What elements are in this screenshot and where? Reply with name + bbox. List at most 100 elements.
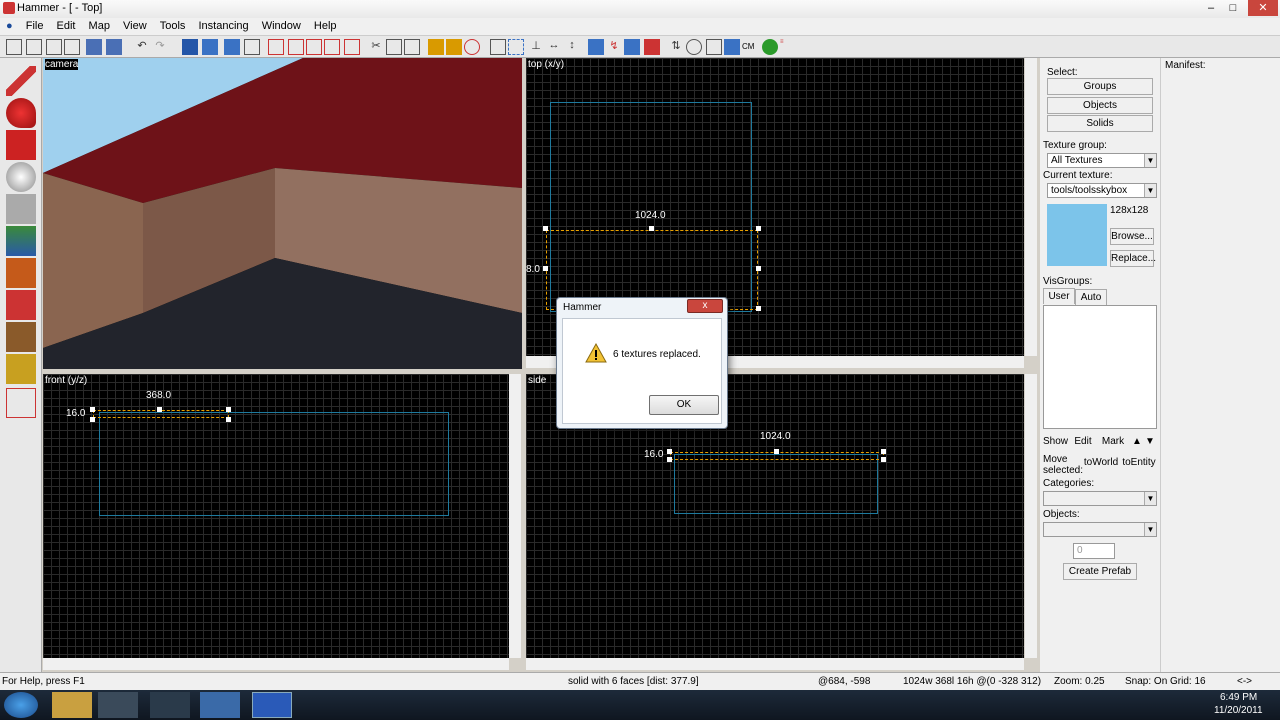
rotate-icon[interactable]	[686, 39, 702, 55]
handle[interactable]	[881, 449, 886, 454]
cut-icon[interactable]: ✂	[368, 39, 384, 55]
camera-tool-icon[interactable]	[6, 130, 36, 160]
menu-view[interactable]: View	[118, 18, 152, 34]
vis-2-icon[interactable]	[288, 39, 304, 55]
paste2-icon[interactable]	[404, 39, 420, 55]
check-problems-icon[interactable]	[644, 39, 660, 55]
close-button[interactable]: ✕	[1248, 0, 1278, 16]
create-prefab-button[interactable]: Create Prefab	[1063, 563, 1137, 580]
to-world-button[interactable]: toWorld	[1083, 455, 1119, 470]
redo-icon[interactable]: ↷	[152, 39, 168, 55]
edit-button[interactable]: Edit	[1071, 434, 1095, 449]
vis-4-icon[interactable]	[324, 39, 340, 55]
select-box-icon[interactable]	[490, 39, 506, 55]
handle[interactable]	[756, 266, 761, 271]
paste-icon[interactable]	[106, 39, 122, 55]
tab-auto[interactable]: Auto	[1075, 289, 1107, 306]
dialog-close-button[interactable]: x	[687, 299, 723, 313]
arrow-down-icon[interactable]: ▼	[1144, 434, 1156, 449]
grid-smaller-icon[interactable]	[26, 39, 42, 55]
tab-user[interactable]: User	[1043, 288, 1075, 304]
handles-icon[interactable]	[508, 39, 524, 55]
compile-icon[interactable]	[762, 39, 778, 55]
app-taskbar-icon[interactable]	[150, 692, 190, 718]
document-icon[interactable]: ●	[0, 18, 18, 34]
handle[interactable]	[543, 266, 548, 271]
maximize-button[interactable]: □	[1222, 0, 1244, 16]
menu-map[interactable]: Map	[84, 18, 115, 34]
dialog-taskbar-icon[interactable]	[252, 692, 292, 718]
handle[interactable]	[667, 449, 672, 454]
menu-help[interactable]: Help	[309, 18, 342, 34]
minimize-button[interactable]: –	[1200, 0, 1222, 16]
cm-icon[interactable]: CM	[742, 39, 758, 55]
draw-icon[interactable]: ≡	[780, 39, 796, 55]
entity-tool-icon[interactable]	[6, 162, 36, 192]
start-button-icon[interactable]	[4, 692, 38, 718]
texture-tool-icon[interactable]	[6, 226, 36, 256]
align-icon[interactable]: ⊥	[528, 39, 544, 55]
texture-group-select[interactable]: All Textures ▼	[1047, 153, 1157, 168]
hammer-taskbar-icon[interactable]	[200, 692, 240, 718]
snap-icon[interactable]	[464, 39, 480, 55]
overlay-tool-icon[interactable]	[6, 322, 36, 352]
explorer-taskbar-icon[interactable]	[52, 692, 92, 718]
group-icon[interactable]	[202, 39, 218, 55]
texture-lock-icon[interactable]	[428, 39, 444, 55]
grid-toggle-icon[interactable]	[6, 39, 22, 55]
side-scrollbar-h[interactable]	[526, 658, 1024, 670]
copy-icon[interactable]	[86, 39, 102, 55]
vertex-tool-icon[interactable]	[6, 388, 36, 418]
menu-instancing[interactable]: Instancing	[193, 18, 253, 34]
handle[interactable]	[667, 457, 672, 462]
grid-display-icon[interactable]	[706, 39, 722, 55]
camera-viewport[interactable]: camera	[43, 58, 522, 369]
handle[interactable]	[649, 226, 654, 231]
side-scrollbar-v[interactable]	[1025, 374, 1037, 658]
objects-count-input[interactable]: 0	[1073, 543, 1115, 559]
grid-3d-icon[interactable]	[64, 39, 80, 55]
transform-icon[interactable]: ⇅	[668, 39, 684, 55]
copy2-icon[interactable]	[386, 39, 402, 55]
handle[interactable]	[774, 449, 779, 454]
menu-tools[interactable]: Tools	[155, 18, 191, 34]
to-entity-button[interactable]: toEntity	[1121, 455, 1157, 470]
ungroup-icon[interactable]	[224, 39, 240, 55]
front-viewport[interactable]: front (y/z) 368.0 16.0	[43, 374, 509, 658]
magnify-tool-icon[interactable]	[6, 98, 36, 128]
browse-button[interactable]: Browse...	[1110, 228, 1154, 245]
vis-1-icon[interactable]	[268, 39, 284, 55]
visgroups-list[interactable]	[1043, 305, 1157, 429]
top-scrollbar-v[interactable]	[1025, 58, 1037, 356]
handle[interactable]	[543, 226, 548, 231]
menu-file[interactable]: File	[21, 18, 49, 34]
handle[interactable]	[90, 417, 95, 422]
ok-button[interactable]: OK	[649, 395, 719, 415]
apply-texture-icon[interactable]	[6, 258, 36, 288]
texture-app-icon[interactable]	[588, 39, 604, 55]
vis-5-icon[interactable]	[344, 39, 360, 55]
flip-h-icon[interactable]: ↔	[546, 39, 562, 55]
mark-button[interactable]: Mark	[1099, 434, 1127, 449]
grid-larger-icon[interactable]	[46, 39, 62, 55]
solids-button[interactable]: Solids	[1047, 115, 1153, 132]
current-texture-select[interactable]: tools/toolsskybox ▼	[1047, 183, 1157, 198]
selection-tool-icon[interactable]	[6, 66, 36, 96]
front-scrollbar-h[interactable]	[43, 658, 509, 670]
decal-tool-icon[interactable]	[6, 290, 36, 320]
undo-icon[interactable]: ↶	[134, 39, 150, 55]
texture-scale-icon[interactable]	[446, 39, 462, 55]
handle[interactable]	[157, 407, 162, 412]
flip-v-icon[interactable]: ↕	[564, 39, 580, 55]
handle[interactable]	[226, 407, 231, 412]
handle[interactable]	[226, 417, 231, 422]
entity-report-icon[interactable]	[624, 39, 640, 55]
front-scrollbar-v[interactable]	[509, 374, 521, 658]
arrow-up-icon[interactable]: ▲	[1131, 434, 1143, 449]
objects-select[interactable]: ▼	[1043, 522, 1157, 537]
show-button[interactable]: Show	[1043, 434, 1068, 449]
camera-icon[interactable]	[724, 39, 740, 55]
block-tool-icon[interactable]	[6, 194, 36, 224]
menu-window[interactable]: Window	[257, 18, 306, 34]
menu-edit[interactable]: Edit	[52, 18, 81, 34]
